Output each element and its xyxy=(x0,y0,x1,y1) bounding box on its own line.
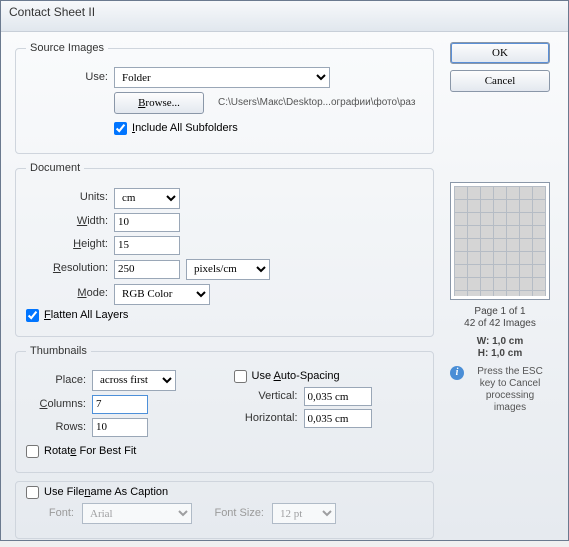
window-title: Contact Sheet II xyxy=(9,5,95,19)
flatten-box[interactable] xyxy=(26,309,39,322)
width-input[interactable] xyxy=(114,213,180,232)
preview-info: Page 1 of 1 42 of 42 Images W: 1,0 cm H:… xyxy=(446,306,554,360)
width-label: Width: xyxy=(26,215,108,228)
page-info: Page 1 of 1 xyxy=(446,306,554,318)
hint-row: i Press the ESC key to Cancel processing… xyxy=(446,366,554,414)
info-icon: i xyxy=(450,366,464,380)
font-size-label: Font Size: xyxy=(200,507,264,520)
rotate-box[interactable] xyxy=(26,445,39,458)
use-filename-label: Use Filename As Caption xyxy=(44,486,168,499)
caption-group: Use Filename As Caption Font: Arial Font… xyxy=(15,481,434,539)
thumbnails-group: Thumbnails Place: across first Columns: … xyxy=(15,345,434,473)
rotate-check[interactable]: Rotate For Best Fit xyxy=(26,445,423,458)
horizontal-label: Horizontal: xyxy=(234,412,298,425)
mode-label: Mode: xyxy=(26,287,108,300)
use-select[interactable]: Folder xyxy=(114,67,330,88)
units-label: Units: xyxy=(26,191,108,204)
document-legend: Document xyxy=(26,162,84,175)
include-subfolders-label: Include All Subfolders xyxy=(132,122,238,135)
use-filename-check[interactable]: Use Filename As Caption xyxy=(26,486,423,499)
resolution-input[interactable] xyxy=(114,260,180,279)
height-label: Height: xyxy=(26,238,108,251)
flatten-check[interactable]: Flatten All Layers xyxy=(26,309,423,322)
include-subfolders-check[interactable]: Include All Subfolders xyxy=(114,122,238,135)
right-panel: OK Cancel Page 1 of 1 42 of 42 Images W:… xyxy=(446,42,554,539)
preview-box xyxy=(450,182,550,300)
auto-spacing-box[interactable] xyxy=(234,370,247,383)
columns-input[interactable] xyxy=(92,395,148,414)
use-filename-box[interactable] xyxy=(26,486,39,499)
vertical-input[interactable] xyxy=(304,387,372,406)
horizontal-input[interactable] xyxy=(304,409,372,428)
place-select[interactable]: across first xyxy=(92,370,176,391)
count-info: 42 of 42 Images xyxy=(446,318,554,330)
client-area: Source Images Use: Folder Browse... C:\U… xyxy=(1,32,568,547)
resolution-label: Resolution: xyxy=(26,262,108,275)
flatten-label: Flatten All Layers xyxy=(44,309,128,322)
font-label: Font: xyxy=(26,507,74,520)
height-info: H: 1,0 cm xyxy=(478,348,522,359)
include-subfolders-box[interactable] xyxy=(114,122,127,135)
rotate-label: Rotate For Best Fit xyxy=(44,445,136,458)
preview-grid xyxy=(454,186,546,296)
use-label: Use: xyxy=(26,71,108,84)
mode-select[interactable]: RGB Color xyxy=(114,284,210,305)
auto-spacing-label: Use Auto-Spacing xyxy=(252,370,340,383)
rows-label: Rows: xyxy=(26,421,86,434)
title-bar: Contact Sheet II xyxy=(1,1,568,32)
document-group: Document Units: cm Width: Height: Resolu… xyxy=(15,162,434,336)
height-input[interactable] xyxy=(114,236,180,255)
font-select: Arial xyxy=(82,503,192,524)
left-panel: Source Images Use: Folder Browse... C:\U… xyxy=(15,42,434,539)
thumbnails-legend: Thumbnails xyxy=(26,345,91,358)
resolution-unit-select[interactable]: pixels/cm xyxy=(186,259,270,280)
place-label: Place: xyxy=(26,374,86,387)
units-select[interactable]: cm xyxy=(114,188,180,209)
columns-label: Columns: xyxy=(26,398,86,411)
auto-spacing-check[interactable]: Use Auto-Spacing xyxy=(234,370,424,383)
hint-text: Press the ESC key to Cancel processing i… xyxy=(470,366,550,414)
font-size-select: 12 pt xyxy=(272,503,336,524)
width-info: W: 1,0 cm xyxy=(477,336,524,347)
source-images-legend: Source Images xyxy=(26,42,108,55)
rows-input[interactable] xyxy=(92,418,148,437)
vertical-label: Vertical: xyxy=(234,390,298,403)
cancel-button[interactable]: Cancel xyxy=(450,70,550,92)
source-images-group: Source Images Use: Folder Browse... C:\U… xyxy=(15,42,434,154)
browse-button[interactable]: Browse... xyxy=(114,92,204,114)
browse-text: rowse... xyxy=(145,97,180,109)
dialog-window: Contact Sheet II Source Images Use: Fold… xyxy=(0,0,569,541)
path-text: C:\Users\Макс\Desktop...ографии\фото\раз xyxy=(218,97,415,109)
ok-button[interactable]: OK xyxy=(450,42,550,64)
